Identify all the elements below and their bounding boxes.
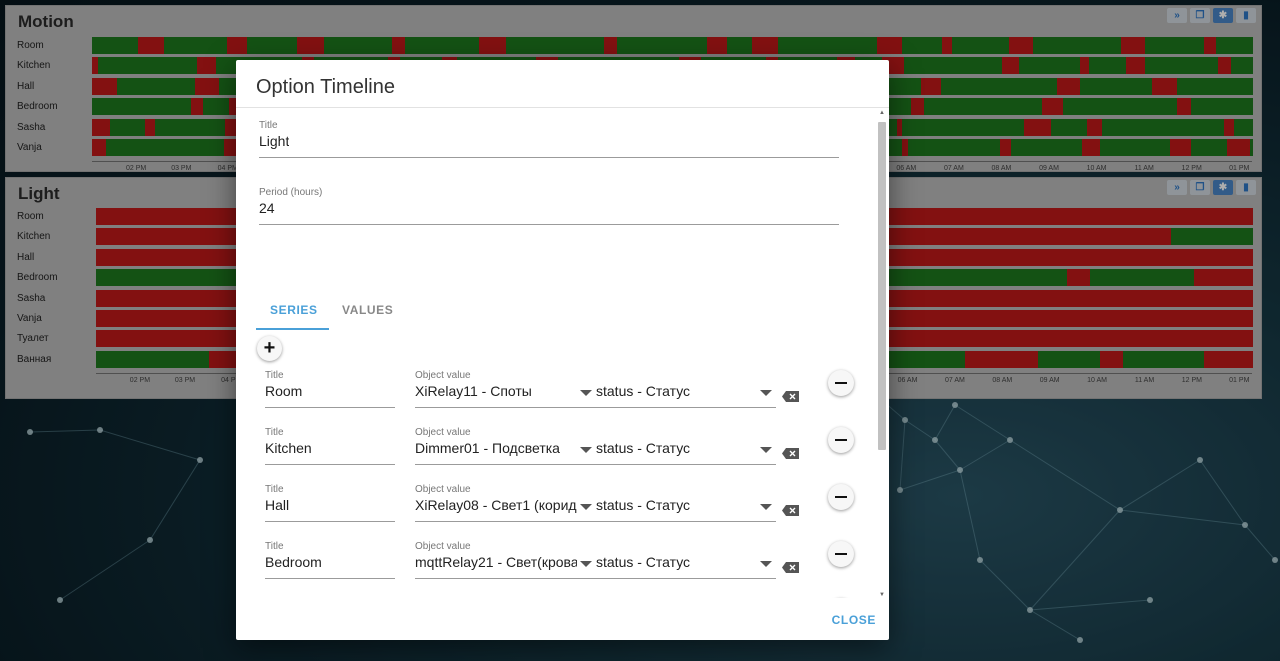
series-title-label: Title <box>265 370 284 381</box>
object-value-select[interactable]: XiRelay08 - Свет1 (коридор) <box>415 497 577 513</box>
dialog-title: Option Timeline <box>256 76 395 98</box>
object-value-field[interactable]: Object value Dimmer01 - Подсветка status… <box>415 427 776 465</box>
scroll-up-icon[interactable]: ▲ <box>878 110 886 116</box>
dialog-scrollbar[interactable]: ▲ ▼ <box>876 110 888 598</box>
tab-ink-bar <box>256 328 329 330</box>
chevron-down-icon[interactable] <box>580 504 592 510</box>
property-select[interactable]: status - Статус <box>596 497 746 513</box>
object-value-label: Object value <box>415 427 471 438</box>
chevron-down-icon[interactable] <box>580 561 592 567</box>
series-title-field[interactable]: Title Room <box>265 370 395 408</box>
title-field-label: Title <box>259 120 278 131</box>
series-row: Title Hall Object value XiRelay08 - Свет… <box>236 484 876 541</box>
backspace-clear-icon[interactable] <box>782 448 799 459</box>
series-title-label: Title <box>265 484 284 495</box>
chevron-down-icon[interactable] <box>760 504 772 510</box>
chevron-down-icon[interactable] <box>760 561 772 567</box>
object-value-select[interactable]: XiRelay11 - Споты <box>415 383 577 399</box>
backspace-clear-icon[interactable] <box>782 391 799 402</box>
period-field-label: Period (hours) <box>259 187 323 198</box>
object-value-label: Object value <box>415 484 471 495</box>
series-row: Title Kitchen Object value Dimmer01 - По… <box>236 427 876 484</box>
object-value-field[interactable]: Object value mqttRelay21 - Свет(кровать)… <box>415 541 776 579</box>
series-title-label: Title <box>265 427 284 438</box>
remove-series-button[interactable] <box>828 541 854 567</box>
object-value-field[interactable]: Object value XiRelay08 - Свет1 (коридор)… <box>415 484 776 522</box>
series-title-value: Hall <box>265 497 290 513</box>
series-title-value: Room <box>265 383 303 399</box>
series-row: Title Room Object value XiRelay11 - Спот… <box>236 370 876 427</box>
chevron-down-icon[interactable] <box>580 390 592 396</box>
series-title-value: Kitchen <box>265 440 312 456</box>
remove-series-button[interactable] <box>828 427 854 453</box>
title-field[interactable]: Title Light <box>259 120 839 158</box>
series-row: Title Bedroom Object value mqttRelay21 -… <box>236 541 876 598</box>
dialog-body: Title Light Period (hours) 24 SERIES VAL… <box>236 108 889 598</box>
scroll-down-icon[interactable]: ▼ <box>878 592 886 598</box>
series-title-field[interactable]: Title Bedroom <box>265 541 395 579</box>
backspace-clear-icon[interactable] <box>782 505 799 516</box>
option-timeline-dialog: Option Timeline Title Light Period (hour… <box>236 60 889 640</box>
tab-values[interactable]: VALUES <box>342 303 393 317</box>
object-value-field[interactable]: Object value XiRelay11 - Споты status - … <box>415 370 776 408</box>
object-value-label: Object value <box>415 541 471 552</box>
chevron-down-icon[interactable] <box>760 447 772 453</box>
series-title-label: Title <box>265 541 284 552</box>
property-select[interactable]: status - Статус <box>596 440 746 456</box>
property-select[interactable]: status - Статус <box>596 383 746 399</box>
tab-series[interactable]: SERIES <box>270 303 318 317</box>
period-field-value: 24 <box>259 200 275 216</box>
chevron-down-icon[interactable] <box>760 390 772 396</box>
property-select[interactable]: status - Статус <box>596 554 746 570</box>
series-title-value: Bedroom <box>265 554 322 570</box>
remove-series-button[interactable] <box>828 484 854 510</box>
scroll-thumb[interactable] <box>878 122 886 450</box>
object-value-select[interactable]: mqttRelay21 - Свет(кровать) <box>415 554 577 570</box>
backspace-clear-icon[interactable] <box>782 562 799 573</box>
object-value-label: Object value <box>415 370 471 381</box>
chevron-down-icon[interactable] <box>580 447 592 453</box>
period-field[interactable]: Period (hours) 24 <box>259 187 839 225</box>
remove-series-button[interactable] <box>828 370 854 396</box>
close-button[interactable]: CLOSE <box>832 613 876 627</box>
title-field-value: Light <box>259 133 290 149</box>
object-value-select[interactable]: Dimmer01 - Подсветка <box>415 440 577 456</box>
series-title-field[interactable]: Title Hall <box>265 484 395 522</box>
add-series-button[interactable]: + <box>257 336 282 361</box>
series-title-field[interactable]: Title Kitchen <box>265 427 395 465</box>
